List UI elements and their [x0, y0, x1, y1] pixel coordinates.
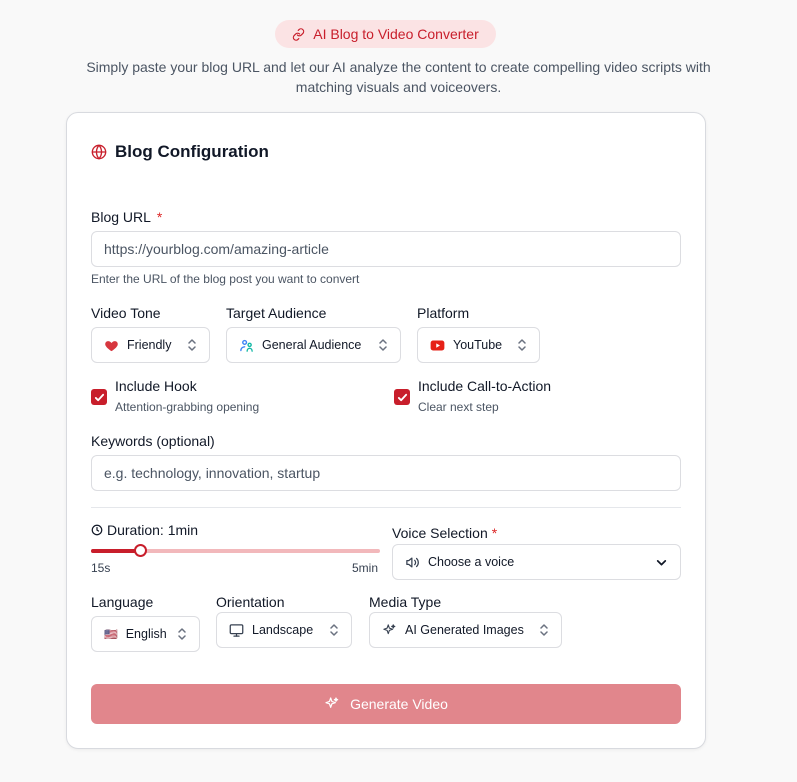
- media-type-value: AI Generated Images: [405, 623, 524, 637]
- voice-selection-select[interactable]: Choose a voice: [392, 544, 681, 580]
- orientation-select[interactable]: Landscape: [216, 612, 352, 648]
- chevron-updown-icon: [178, 628, 186, 640]
- card-title-text: Blog Configuration: [115, 142, 269, 161]
- duration-label: Duration: 1min: [91, 522, 198, 538]
- include-cta-checkbox[interactable]: [394, 389, 410, 405]
- speaker-icon: [406, 557, 419, 567]
- include-hook-subtitle: Attention-grabbing opening: [115, 400, 260, 414]
- required-mark: *: [491, 525, 498, 541]
- chevron-updown-icon: [540, 624, 548, 636]
- duration-max-label: 5min: [352, 561, 379, 575]
- chevron-updown-icon: [330, 624, 338, 636]
- media-type-select[interactable]: AI Generated Images: [369, 612, 562, 648]
- check-icon: [397, 393, 407, 401]
- card-title: Blog Configuration: [91, 142, 269, 162]
- keywords-placeholder: e.g. technology, innovation, startup: [104, 465, 321, 481]
- platform-select[interactable]: YouTube: [417, 327, 540, 363]
- duration-slider-fill: [91, 549, 141, 553]
- generate-video-label: Generate Video: [350, 696, 448, 712]
- voice-selection-label: Voice Selection *: [392, 525, 497, 541]
- voice-selection-value: Choose a voice: [428, 555, 515, 569]
- users-icon: [240, 339, 253, 352]
- page-subtitle: Simply paste your blog URL and let our A…: [86, 59, 711, 95]
- sparkles-icon: [383, 623, 396, 634]
- language-select[interactable]: 🇺🇸 English: [91, 616, 200, 652]
- duration-slider[interactable]: [91, 544, 380, 557]
- chevron-updown-icon: [188, 339, 196, 351]
- chevron-updown-icon: [518, 339, 526, 351]
- required-mark: *: [156, 209, 163, 225]
- orientation-value: Landscape: [252, 623, 314, 637]
- orientation-label: Orientation: [216, 594, 285, 610]
- us-flag-icon: 🇺🇸: [104, 628, 118, 641]
- duration-slider-thumb[interactable]: [134, 544, 148, 557]
- platform-label: Platform: [417, 305, 470, 321]
- blog-url-input[interactable]: https://yourblog.com/amazing-article: [91, 231, 681, 267]
- monitor-icon: [229, 623, 244, 637]
- target-audience-label: Target Audience: [226, 305, 327, 321]
- blog-url-label-text: Blog URL: [91, 209, 151, 225]
- language-label: Language: [91, 594, 154, 610]
- chevron-down-icon: [656, 559, 667, 566]
- duration-label-text: Duration: 1min: [107, 522, 199, 538]
- heart-icon: [105, 340, 118, 351]
- youtube-icon: [430, 340, 445, 350]
- keywords-input[interactable]: e.g. technology, innovation, startup: [91, 455, 681, 491]
- blog-url-placeholder: https://yourblog.com/amazing-article: [104, 241, 329, 257]
- chevron-updown-icon: [379, 339, 387, 351]
- include-hook-checkbox[interactable]: [91, 389, 107, 405]
- duration-min-label: 15s: [91, 561, 111, 575]
- platform-value: YouTube: [453, 338, 503, 352]
- include-cta-title: Include Call-to-Action: [418, 378, 552, 394]
- video-tone-select[interactable]: Friendly: [91, 327, 210, 363]
- blog-url-helper: Enter the URL of the blog post you want …: [91, 272, 360, 286]
- clock-icon: [91, 524, 103, 536]
- target-audience-value: General Audience: [262, 338, 362, 352]
- check-icon: [94, 393, 104, 401]
- badge-label: AI Blog to Video Converter: [313, 26, 479, 42]
- page-badge: AI Blog to Video Converter: [275, 20, 496, 48]
- include-cta-subtitle: Clear next step: [418, 400, 499, 414]
- voice-selection-label-text: Voice Selection: [392, 525, 488, 541]
- video-tone-value: Friendly: [127, 338, 172, 352]
- generate-video-button[interactable]: Generate Video: [91, 684, 681, 724]
- video-tone-label: Video Tone: [91, 305, 161, 321]
- link-icon: [293, 27, 305, 41]
- sparkles-icon: [325, 697, 339, 708]
- globe-icon: [91, 144, 107, 160]
- keywords-label: Keywords (optional): [91, 433, 215, 449]
- blog-url-label: Blog URL *: [91, 209, 162, 225]
- language-value: English: [125, 627, 167, 641]
- section-divider: [91, 507, 681, 508]
- include-hook-title: Include Hook: [115, 378, 197, 394]
- target-audience-select[interactable]: General Audience: [226, 327, 401, 363]
- blog-configuration-card: Blog Configuration Blog URL * https://you…: [66, 112, 706, 749]
- media-type-label: Media Type: [369, 594, 442, 610]
